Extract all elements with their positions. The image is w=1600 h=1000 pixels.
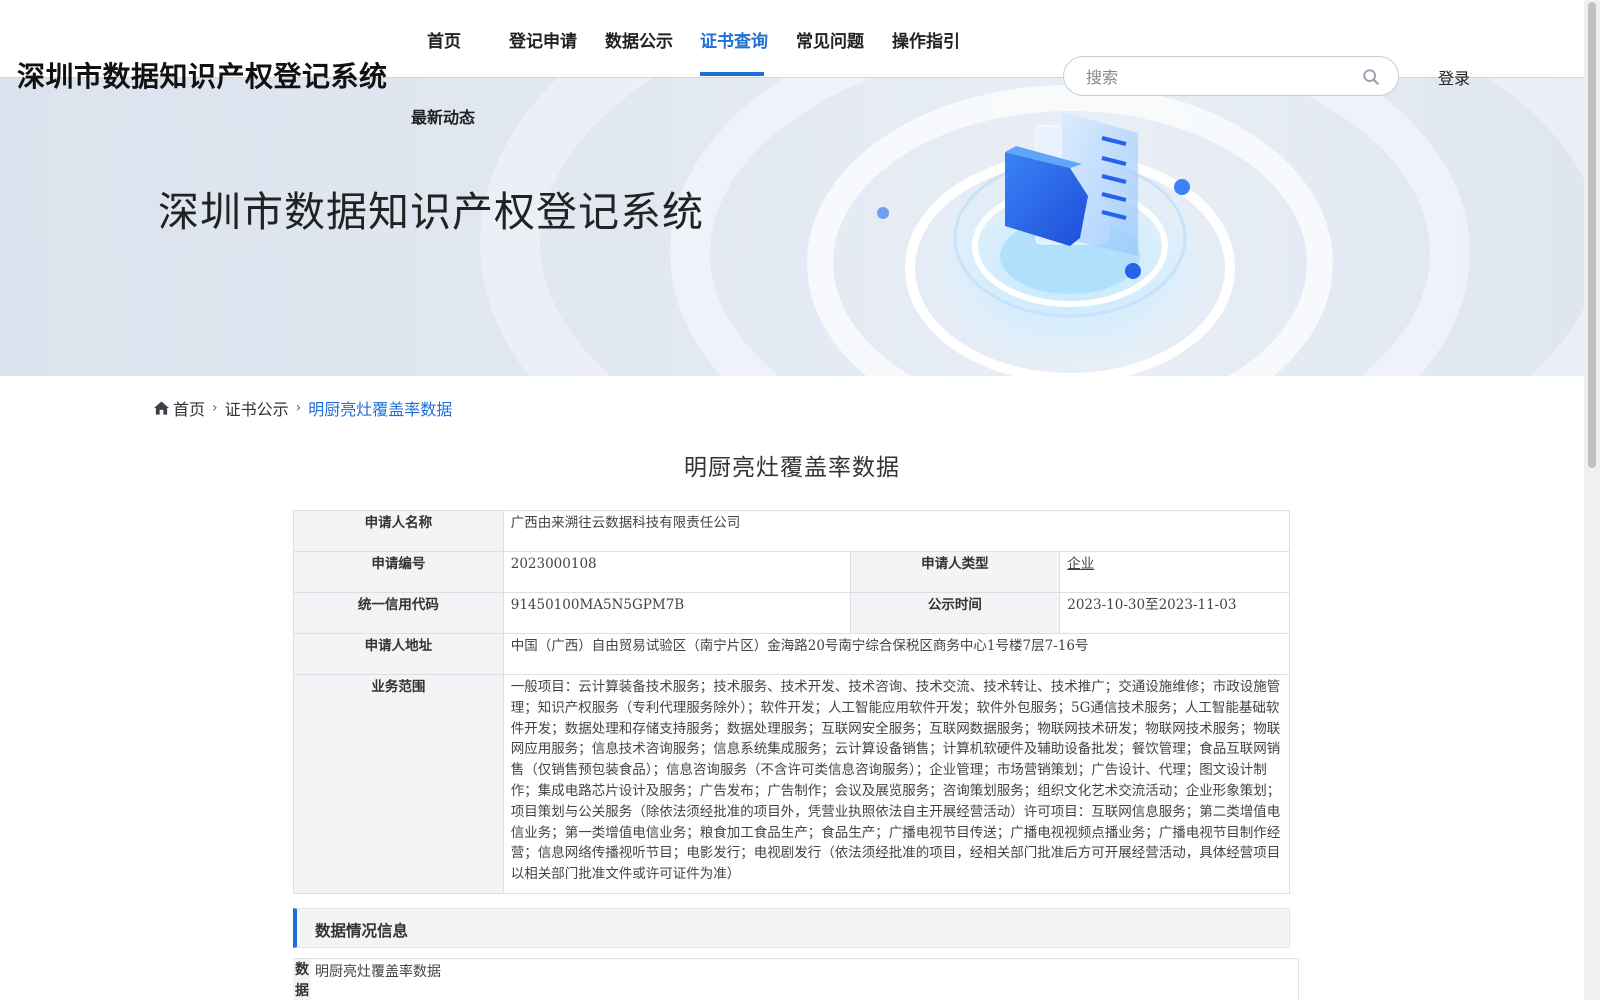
data-info-row: 数据 明厨亮灶覆盖率数据 xyxy=(293,958,1299,1000)
publicity-time-label: 公示时间 xyxy=(849,592,1061,634)
applicant-address-value: 中国（广西）自由贸易试验区（南宁片区）金海路20号南宁综合保税区商务中心1号楼7… xyxy=(502,633,1291,675)
scrollbar-thumb[interactable] xyxy=(1588,2,1596,468)
applicant-info-table: 申请人名称 广西由来溯往云数据科技有限责任公司 申请编号 2023000108 … xyxy=(293,510,1291,894)
applicant-type-value[interactable]: 企业 xyxy=(1067,556,1094,572)
breadcrumb-home-label: 首页 xyxy=(173,400,206,419)
table-row: 申请人地址 中国（广西）自由贸易试验区（南宁片区）金海路20号南宁综合保税区商务… xyxy=(293,633,1291,675)
credit-code-value: 91450100MA5N5GPM7B xyxy=(502,592,851,634)
data-label: 数据 xyxy=(293,959,311,1000)
business-scope-label: 业务范围 xyxy=(293,674,504,894)
nav-latest-news[interactable]: 最新动态 xyxy=(411,104,475,128)
publicity-time-value: 2023-10-30至2023-11-03 xyxy=(1059,592,1290,634)
breadcrumb-home[interactable]: 首页 xyxy=(154,396,205,420)
applicant-name-value: 广西由来溯往云数据科技有限责任公司 xyxy=(502,510,1291,552)
credit-code-label: 统一信用代码 xyxy=(293,592,504,634)
top-header: 深圳市数据知识产权登记系统 首页 登记申请 数据公示 证书查询 常见问题 操作指… xyxy=(0,0,1584,96)
vertical-scrollbar[interactable] xyxy=(1584,0,1600,1000)
applicant-type-cell: 企业 xyxy=(1059,551,1290,593)
data-value: 明厨亮灶覆盖率数据 xyxy=(315,964,441,980)
table-row: 申请人名称 广西由来溯往云数据科技有限责任公司 xyxy=(293,510,1291,552)
business-scope-value: 一般项目：云计算装备技术服务；技术服务、技术开发、技术咨询、技术交流、技术转让、… xyxy=(502,674,1291,894)
login-link[interactable]: 登录 xyxy=(1438,65,1470,89)
table-row: 统一信用代码 91450100MA5N5GPM7B 公示时间 2023-10-3… xyxy=(293,592,1290,634)
chevron-right-icon: › xyxy=(212,400,218,416)
applicant-address-label: 申请人地址 xyxy=(293,633,504,675)
search-input[interactable] xyxy=(1086,66,1346,88)
application-number-value: 2023000108 xyxy=(502,551,851,593)
search-icon[interactable] xyxy=(1362,68,1380,86)
breadcrumb-certificate-publicity[interactable]: 证书公示 xyxy=(225,396,289,420)
section-heading: 数据情况信息 xyxy=(315,921,409,940)
breadcrumb-current: 明厨亮灶覆盖率数据 xyxy=(308,400,453,419)
search-box xyxy=(1063,56,1399,96)
home-icon xyxy=(154,401,169,415)
breadcrumb: 首页 › 证书公示 › 明厨亮灶覆盖率数据 xyxy=(154,396,452,420)
nav-faq[interactable]: 常见问题 xyxy=(796,27,864,52)
site-name: 深圳市数据知识产权登记系统 xyxy=(17,60,388,93)
applicant-type-label: 申请人类型 xyxy=(849,551,1061,593)
application-number-label: 申请编号 xyxy=(293,551,504,593)
nav-guide[interactable]: 操作指引 xyxy=(892,27,960,52)
chevron-right-icon: › xyxy=(295,400,302,416)
nav-register-apply[interactable]: 登记申请 xyxy=(509,27,577,52)
banner-title: 深圳市数据知识产权登记系统 xyxy=(158,188,704,236)
table-row: 申请编号 2023000108 申请人类型 企业 xyxy=(293,551,1290,593)
nav-active-indicator xyxy=(700,72,764,76)
hero-banner: 最新动态 深圳市数据知识产权登记系统 xyxy=(0,78,1584,376)
page-title: 明厨亮灶覆盖率数据 xyxy=(684,455,900,481)
nav-data-publicity[interactable]: 数据公示 xyxy=(605,27,673,52)
data-info-section-header: 数据情况信息 xyxy=(293,908,1290,948)
table-row: 业务范围 一般项目：云计算装备技术服务；技术服务、技术开发、技术咨询、技术交流、… xyxy=(293,674,1291,894)
applicant-name-label: 申请人名称 xyxy=(293,510,504,552)
nav-home[interactable]: 首页 xyxy=(427,27,461,52)
nav-certificate-query[interactable]: 证书查询 xyxy=(700,27,768,52)
